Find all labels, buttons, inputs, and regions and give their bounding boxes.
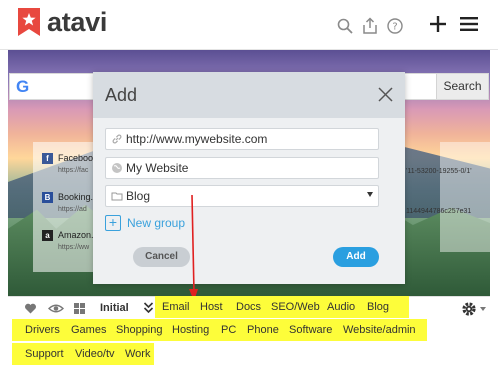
google-icon: G (16, 77, 30, 96)
bookmark-tile[interactable]: B Booking.c https://ad (42, 192, 98, 213)
dialog-title: Add (105, 85, 138, 105)
eye-icon[interactable] (48, 302, 64, 315)
bookmark-title: Facebook (58, 153, 98, 163)
annotation-arrow (189, 195, 198, 301)
search-button[interactable]: Search (436, 74, 488, 99)
settings-caret-icon[interactable] (480, 307, 486, 311)
share-icon[interactable] (361, 17, 379, 35)
group-tab-initial[interactable]: Initial (100, 301, 129, 315)
dialog-header: Add (93, 72, 405, 118)
background-url-text: 1144944786c257e31 (406, 208, 472, 215)
heart-icon[interactable] (24, 302, 37, 315)
background-url-text: '11-53200-19255-0/1' (406, 168, 472, 175)
facebook-icon: f (42, 153, 53, 164)
group-tab-software[interactable]: Software (289, 324, 332, 337)
link-icon (112, 134, 122, 144)
search-icon[interactable] (336, 17, 354, 35)
group-select[interactable]: Blog (105, 185, 379, 207)
url-field[interactable] (105, 128, 379, 150)
globe-icon (112, 163, 122, 173)
amazon-icon: a (42, 230, 53, 241)
bookmark-tile[interactable]: f Facebook https://fac (42, 153, 98, 174)
name-field[interactable] (105, 157, 379, 179)
group-tab-pc[interactable]: PC (221, 324, 236, 337)
bookmark-tile[interactable]: a Amazon.c https://ww (42, 230, 98, 251)
cancel-button[interactable]: Cancel (133, 247, 190, 267)
group-tab-seo-web[interactable]: SEO/Web (271, 301, 320, 314)
add-button[interactable]: Add (333, 247, 379, 267)
plus-icon: + (105, 215, 121, 231)
help-icon[interactable]: ? (386, 17, 404, 35)
group-tab-website-admin[interactable]: Website/admin (343, 324, 416, 337)
url-input[interactable] (126, 130, 366, 148)
group-tab-drivers[interactable]: Drivers (25, 324, 60, 337)
group-tab-phone[interactable]: Phone (247, 324, 279, 337)
bookmark-panel-right (440, 142, 490, 252)
add-bookmark-icon[interactable] (428, 14, 448, 34)
group-tab-docs[interactable]: Docs (236, 301, 261, 314)
close-icon[interactable] (378, 87, 393, 102)
group-tab-blog[interactable]: Blog (367, 301, 389, 314)
app-name[interactable]: atavi (47, 7, 107, 37)
name-input[interactable] (126, 159, 366, 177)
expand-groups-icon[interactable] (143, 301, 154, 315)
add-bookmark-dialog: Add Blog + New group Cancel Add (93, 72, 405, 284)
group-tab-shopping[interactable]: Shopping (116, 324, 163, 337)
svg-text:?: ? (392, 22, 397, 33)
grid-view-icon[interactable] (73, 302, 86, 315)
atavi-logo-icon[interactable] (18, 8, 40, 36)
group-tab-support[interactable]: Support (25, 348, 64, 361)
chevron-down-icon (367, 192, 373, 197)
folder-icon (111, 192, 123, 201)
group-tab-host[interactable]: Host (200, 301, 223, 314)
menu-icon[interactable] (459, 16, 479, 32)
group-tab-work[interactable]: Work (125, 348, 150, 361)
bookmark-url: https://fac (58, 167, 89, 174)
group-tab-email[interactable]: Email (162, 301, 190, 314)
bookmark-url: https://ad (58, 206, 87, 213)
new-group-label: New group (127, 216, 186, 230)
bookmark-title: Booking.c (58, 192, 98, 202)
group-select-value: Blog (126, 189, 151, 203)
group-tab-audio[interactable]: Audio (327, 301, 355, 314)
gear-icon[interactable] (460, 300, 478, 318)
group-tab-hosting[interactable]: Hosting (172, 324, 209, 337)
bookmark-url: https://ww (58, 244, 90, 251)
group-tab-video-tv[interactable]: Video/tv (75, 348, 115, 361)
booking-icon: B (42, 192, 53, 203)
group-tab-games[interactable]: Games (71, 324, 106, 337)
top-bar: atavi ? (0, 0, 498, 50)
